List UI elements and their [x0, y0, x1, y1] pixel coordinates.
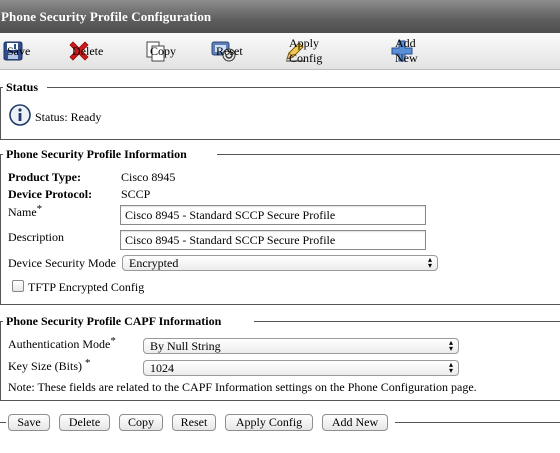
capf-border-top-left: [0, 321, 3, 322]
info-legend: Phone Security Profile Information: [5, 147, 188, 162]
select-arrows-icon: ▴ ▾: [427, 255, 432, 270]
capf-legend: Phone Security Profile CAPF Information: [5, 314, 223, 329]
status-border-top-left: [0, 87, 3, 88]
device-security-mode-label: Device Security Mode: [8, 256, 116, 270]
key-size-label: Key Size (Bits) *: [8, 357, 91, 374]
toolbar-copy-label: Copy: [150, 43, 177, 58]
auth-mode-select[interactable]: By Null String ▴ ▾: [143, 338, 459, 354]
name-input[interactable]: Cisco 8945 - Standard SCCP Secure Profil…: [120, 205, 426, 225]
toolbar-save-label: Save: [7, 43, 31, 58]
capf-border-bottom: [0, 400, 560, 401]
capf-border-top-right: [254, 321, 560, 322]
bottom-apply-config-button[interactable]: Apply Config: [225, 414, 313, 431]
window-title: Phone Security Profile Configuration: [0, 0, 560, 33]
select-arrows-icon: ▴ ▾: [448, 360, 453, 375]
toolbar-reset-button[interactable]: Reset: [211, 39, 243, 63]
toolbar-copy-button[interactable]: Copy: [145, 39, 176, 63]
auth-mode-label: Authentication Mode*: [8, 335, 116, 352]
status-border-top-right: [47, 87, 560, 88]
key-size-value: 1024: [150, 361, 174, 375]
bottom-add-new-button[interactable]: Add New: [322, 414, 388, 431]
device-security-mode-select[interactable]: Encrypted ▴ ▾: [122, 255, 438, 271]
toolbar-apply-config-button[interactable]: Apply Config: [284, 36, 322, 65]
auth-mode-value: By Null String: [150, 339, 221, 353]
capf-note: Note: These fields are related to the CA…: [8, 380, 477, 394]
bottom-delete-button[interactable]: Delete: [59, 414, 110, 431]
toolbar-apply-config-label: Apply Config: [289, 36, 323, 65]
status-text: Status: Ready: [35, 110, 102, 124]
toolbar-add-new-button[interactable]: Add New: [390, 36, 418, 65]
info-border-top-left: [0, 154, 3, 155]
key-size-label-text: Key Size (Bits): [8, 359, 82, 373]
tftp-encrypted-label: TFTP Encrypted Config: [28, 280, 145, 294]
buttons-border-left: [0, 422, 6, 423]
status-border-bottom: [0, 139, 560, 140]
auth-mode-required-marker: *: [110, 335, 116, 347]
tftp-encrypted-checkbox[interactable]: [12, 280, 24, 292]
name-required-marker: *: [36, 203, 43, 215]
toolbar-delete-button[interactable]: Delete: [67, 39, 103, 63]
bottom-copy-button[interactable]: Copy: [119, 414, 163, 431]
info-border-left: [0, 154, 1, 304]
capf-border-left: [0, 321, 1, 400]
toolbar-delete-label: Delete: [72, 43, 104, 58]
product-type-value: Cisco 8945: [121, 170, 176, 184]
device-protocol-label: Device Protocol:: [8, 187, 93, 201]
description-input[interactable]: Cisco 8945 - Standard SCCP Secure Profil…: [120, 230, 426, 250]
toolbar-reset-label: Reset: [216, 43, 243, 58]
info-border-bottom: [0, 304, 560, 305]
select-arrows-icon: ▴ ▾: [448, 338, 453, 353]
key-size-required-marker: *: [85, 357, 91, 369]
buttons-border-right: [395, 422, 560, 423]
device-protocol-value: SCCP: [121, 187, 151, 201]
key-size-select[interactable]: 1024 ▴ ▾: [143, 360, 459, 376]
toolbar-save-button[interactable]: Save: [2, 39, 30, 63]
product-type-label: Product Type:: [8, 170, 82, 184]
auth-mode-label-text: Authentication Mode: [8, 337, 111, 351]
status-border-left: [0, 87, 1, 139]
description-label: Description: [8, 230, 64, 244]
info-icon: [9, 104, 31, 130]
toolbar-add-new-label: Add New: [395, 36, 418, 65]
device-security-mode-value: Encrypted: [129, 256, 179, 270]
info-border-top-right: [217, 154, 560, 155]
toolbar: Save Delete Copy Reset Apply Config Add …: [0, 33, 560, 70]
name-label-text: Name: [8, 205, 37, 219]
name-label: Name*: [8, 203, 43, 220]
bottom-reset-button[interactable]: Reset: [172, 414, 216, 431]
status-legend: Status: [5, 80, 40, 95]
bottom-save-button[interactable]: Save: [8, 414, 50, 431]
